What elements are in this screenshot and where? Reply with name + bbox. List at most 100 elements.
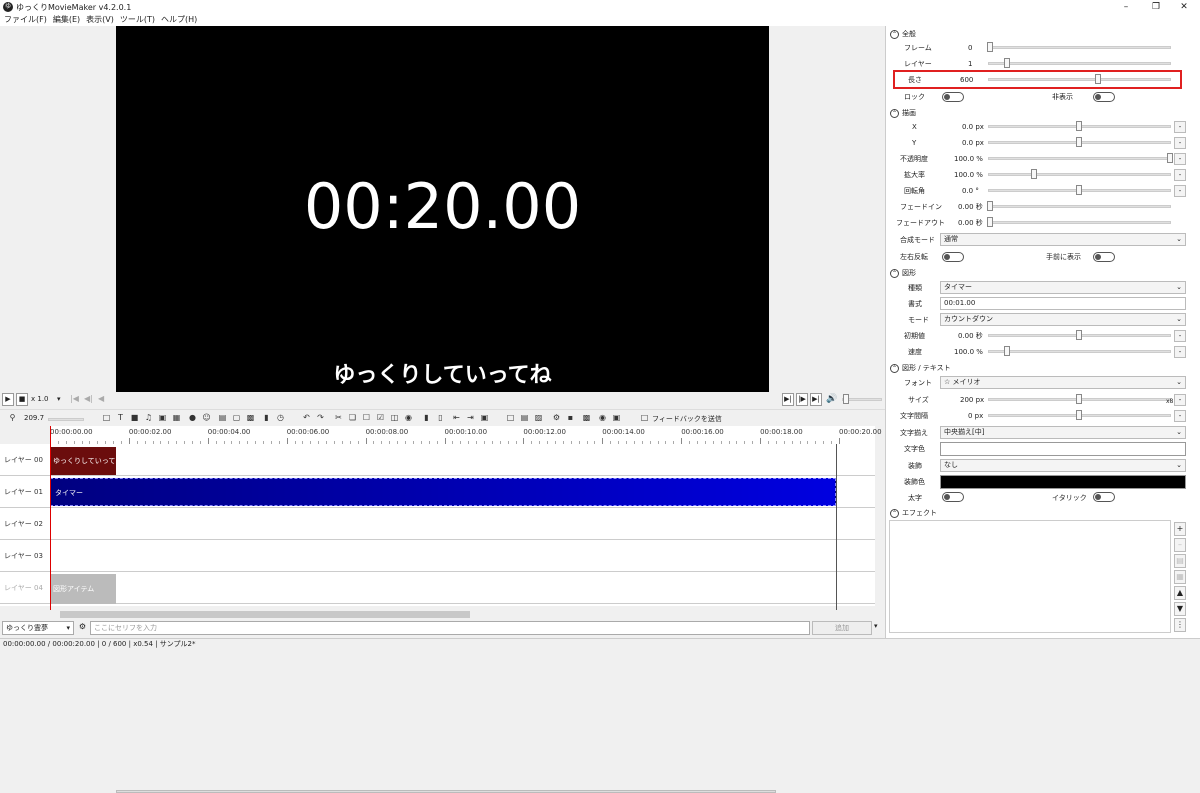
- y-slider-thumb[interactable]: [1076, 137, 1082, 147]
- copy-effect-icon[interactable]: ▤: [1174, 554, 1186, 568]
- rotation-slider-thumb[interactable]: [1076, 185, 1082, 195]
- speed-slider-thumb[interactable]: [1004, 346, 1010, 356]
- text-color-swatch[interactable]: [940, 442, 1186, 456]
- face-icon[interactable]: ☺: [202, 413, 211, 423]
- menu-file[interactable]: ファイル(F): [4, 14, 47, 26]
- speed-minus-button[interactable]: -: [1174, 346, 1186, 358]
- new-file-icon[interactable]: □: [506, 413, 515, 423]
- delete-gap-icon[interactable]: ▯: [436, 413, 445, 423]
- frame-value[interactable]: 0: [968, 43, 972, 53]
- section-general-header[interactable]: ⌃ 全般: [890, 29, 916, 39]
- frame-slider-thumb[interactable]: [987, 42, 993, 52]
- x-value[interactable]: 0.0 px: [962, 122, 984, 132]
- initial-value[interactable]: 0.00 秒: [958, 331, 983, 341]
- scale-slider-thumb[interactable]: [1031, 169, 1037, 179]
- section-draw-header[interactable]: ⌃ 描画: [890, 108, 916, 118]
- rotation-minus-button[interactable]: -: [1174, 185, 1186, 197]
- render-icon[interactable]: ▩: [582, 413, 591, 423]
- character-settings-icon[interactable]: ⚙: [77, 622, 88, 634]
- fadein-value[interactable]: 0.00 秒: [958, 202, 983, 212]
- text-icon[interactable]: T: [116, 413, 125, 423]
- frame-slider[interactable]: [988, 46, 1171, 49]
- timer-clip[interactable]: タイマー: [50, 478, 836, 506]
- remove-effect-button[interactable]: –: [1174, 538, 1186, 552]
- undo-icon[interactable]: ↶: [302, 413, 311, 423]
- x-slider-thumb[interactable]: [1076, 121, 1082, 131]
- timeline-ruler[interactable]: 00:00:00.00 00:00:02.00 00:00:04.00 00:00:0…: [50, 426, 882, 444]
- clock-icon[interactable]: ◷: [276, 413, 285, 423]
- character-select[interactable]: ゆっくり霊夢 ▾: [2, 621, 74, 635]
- format-input[interactable]: 00:01.00: [940, 297, 1186, 310]
- save-icon[interactable]: ▨: [534, 413, 543, 423]
- align-left-icon[interactable]: ⇤: [452, 413, 461, 423]
- feedback-button[interactable]: フィードバックを送信: [652, 414, 722, 424]
- grid-icon[interactable]: ▦: [172, 413, 181, 423]
- scale-slider[interactable]: [988, 173, 1171, 176]
- redo-icon[interactable]: ↷: [316, 413, 325, 423]
- menu-help[interactable]: ヘルプ(H): [161, 14, 197, 26]
- spacing-value[interactable]: 0 px: [968, 411, 983, 421]
- rotation-value[interactable]: 0.0 °: [962, 186, 979, 196]
- feedback-icon[interactable]: □: [640, 413, 649, 423]
- delete-icon[interactable]: ▮: [422, 413, 431, 423]
- skip-end-icon[interactable]: ▶|: [810, 393, 822, 406]
- fit-icon[interactable]: ▣: [480, 413, 489, 423]
- zoom-slider[interactable]: [48, 418, 84, 421]
- settings-icon[interactable]: ⚙: [552, 413, 561, 423]
- layer-lane[interactable]: [50, 540, 875, 572]
- deco-select[interactable]: なし ⌄: [940, 459, 1186, 472]
- scale-value[interactable]: 100.0 %: [954, 170, 983, 180]
- size-value[interactable]: 200 px: [960, 395, 984, 405]
- split-icon[interactable]: ◫: [390, 413, 399, 423]
- layout-icon[interactable]: ▩: [246, 413, 255, 423]
- horizontal-scroll-thumb[interactable]: [60, 611, 470, 618]
- lock-icon[interactable]: ◉: [404, 413, 413, 423]
- initial-slider-thumb[interactable]: [1076, 330, 1082, 340]
- menu-edit[interactable]: 編集(E): [53, 14, 80, 26]
- play-icon[interactable]: ▶: [2, 393, 14, 406]
- layer-lane[interactable]: [50, 572, 875, 604]
- speed-value[interactable]: 100.0 %: [954, 347, 983, 357]
- prev-frame-icon[interactable]: ◀|: [84, 394, 93, 403]
- size-slider-thumb[interactable]: [1076, 394, 1082, 404]
- playback-speed[interactable]: x 1.0: [31, 395, 49, 403]
- mode-select[interactable]: カウントダウン ⌄: [940, 313, 1186, 326]
- cut-icon[interactable]: ✂: [334, 413, 343, 423]
- copy-icon[interactable]: ❏: [348, 413, 357, 423]
- step-forward-icon[interactable]: ▶|: [782, 393, 794, 406]
- front-toggle[interactable]: [1093, 252, 1115, 262]
- layer-slider[interactable]: [988, 62, 1171, 65]
- spacing-slider-thumb[interactable]: [1076, 410, 1082, 420]
- menu-view[interactable]: 表示(V): [86, 14, 114, 26]
- hide-toggle[interactable]: [1093, 92, 1115, 102]
- timeline-vertical-scrollbar[interactable]: [875, 444, 885, 606]
- speed-slider[interactable]: [988, 350, 1171, 353]
- skip-start-icon[interactable]: |◀: [70, 394, 79, 403]
- export-icon[interactable]: ▪: [566, 413, 575, 423]
- size-minus-button[interactable]: -: [1174, 394, 1186, 406]
- effect-list[interactable]: [889, 520, 1171, 633]
- align-select[interactable]: 中央揃え[中] ⌄: [940, 426, 1186, 439]
- open-folder-icon[interactable]: ▤: [520, 413, 529, 423]
- volume-thumb[interactable]: [843, 394, 849, 404]
- kind-select[interactable]: タイマー ⌄: [940, 281, 1186, 294]
- paste-effect-icon[interactable]: ▦: [1174, 570, 1186, 584]
- section-text-header[interactable]: ⌃ 図形 / テキスト: [890, 363, 951, 373]
- lock-toggle[interactable]: [942, 92, 964, 102]
- section-shape-header[interactable]: ⌃ 図形: [890, 268, 916, 278]
- effect-icon[interactable]: ▤: [218, 413, 227, 423]
- shape-icon[interactable]: ▢: [232, 413, 241, 423]
- layer-lane[interactable]: [50, 508, 875, 540]
- book-icon[interactable]: ▮: [262, 413, 271, 423]
- character-icon[interactable]: ●: [188, 413, 197, 423]
- opacity-slider[interactable]: [988, 157, 1171, 160]
- menu-tools[interactable]: ツール(T): [120, 14, 155, 26]
- move-up-icon[interactable]: ▲: [1174, 586, 1186, 600]
- camera-icon[interactable]: ◉: [598, 413, 607, 423]
- shape-clip[interactable]: 図形アイテム: [50, 574, 116, 604]
- serif-input[interactable]: ここにセリフを入力: [90, 621, 810, 635]
- video-preview[interactable]: 00:20.00 ゆっくりしていってね: [116, 26, 769, 392]
- music-icon[interactable]: ♫: [144, 413, 153, 423]
- layer-lane[interactable]: [50, 444, 875, 476]
- spacing-minus-button[interactable]: -: [1174, 410, 1186, 422]
